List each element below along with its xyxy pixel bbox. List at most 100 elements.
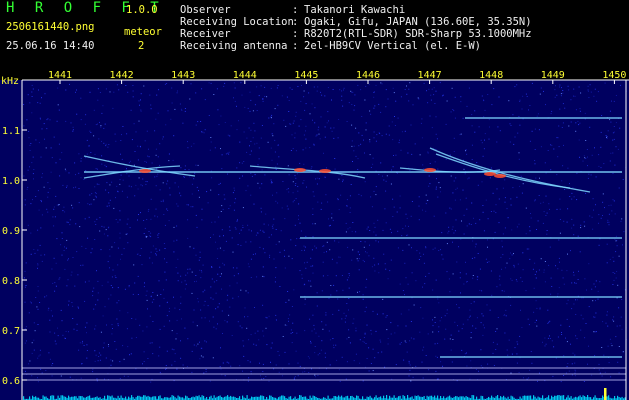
noise-dot	[187, 147, 189, 149]
noise-dot	[126, 223, 128, 225]
activity-bar	[203, 395, 205, 400]
noise-dot	[118, 89, 120, 91]
noise-dot	[330, 224, 331, 226]
noise-dot	[378, 272, 380, 274]
noise-dot	[174, 307, 176, 309]
noise-dot	[49, 358, 51, 360]
noise-dot	[593, 283, 595, 285]
noise-dot	[313, 328, 315, 330]
noise-dot	[109, 249, 111, 251]
noise-dot	[616, 325, 618, 327]
noise-dot	[621, 328, 623, 330]
noise-dot	[505, 309, 507, 311]
noise-dot	[280, 230, 282, 232]
noise-dot	[24, 301, 26, 303]
noise-dot	[38, 142, 40, 144]
noise-dot	[107, 235, 109, 237]
noise-dot	[475, 327, 477, 329]
noise-dot	[561, 127, 563, 128]
noise-dot	[491, 104, 493, 106]
noise-dot	[53, 206, 55, 208]
noise-dot	[298, 218, 299, 220]
noise-dot	[373, 91, 375, 93]
noise-dot	[399, 195, 401, 197]
noise-dot	[305, 147, 307, 149]
activity-bar	[146, 396, 148, 400]
noise-dot	[535, 177, 537, 179]
noise-dot	[127, 242, 129, 244]
noise-dot	[229, 306, 231, 308]
noise-dot	[260, 85, 262, 87]
noise-dot	[386, 329, 388, 331]
noise-dot	[387, 338, 389, 339]
noise-dot	[585, 140, 587, 141]
noise-dot	[445, 158, 447, 160]
noise-dot	[76, 323, 78, 325]
noise-dot	[498, 198, 500, 200]
noise-dot	[41, 176, 43, 178]
noise-dot	[117, 264, 119, 266]
noise-dot	[353, 145, 355, 147]
noise-dot	[291, 258, 293, 260]
noise-dot	[454, 117, 456, 119]
activity-bar	[335, 396, 337, 400]
noise-dot	[325, 167, 327, 169]
activity-bar	[398, 396, 400, 400]
noise-dot	[26, 188, 28, 190]
noise-dot	[465, 150, 466, 152]
activity-bar	[608, 395, 610, 400]
noise-dot	[452, 192, 454, 194]
noise-dot	[343, 89, 344, 91]
noise-dot	[343, 312, 345, 314]
noise-dot	[275, 243, 277, 245]
noise-dot	[131, 139, 133, 141]
noise-dot	[248, 377, 250, 379]
noise-dot	[281, 95, 283, 97]
noise-dot	[40, 200, 42, 201]
noise-dot	[203, 372, 205, 374]
noise-dot	[525, 93, 527, 95]
noise-dot	[600, 131, 602, 133]
noise-dot	[173, 226, 175, 228]
noise-dot	[66, 186, 67, 188]
noise-dot	[597, 290, 599, 292]
noise-dot	[96, 270, 97, 272]
noise-dot	[288, 174, 290, 176]
noise-dot	[162, 136, 164, 138]
noise-dot	[419, 331, 421, 333]
noise-dot	[613, 138, 615, 140]
noise-dot	[35, 139, 37, 141]
noise-dot	[574, 372, 576, 374]
noise-dot	[365, 286, 367, 288]
noise-dot	[586, 149, 588, 150]
noise-dot	[528, 324, 530, 326]
noise-dot	[246, 151, 248, 153]
noise-dot	[266, 317, 268, 319]
noise-dot	[390, 183, 392, 185]
noise-dot	[433, 94, 435, 96]
noise-dot	[283, 119, 285, 121]
noise-dot	[434, 247, 436, 249]
header-panel: H R O F F T 1.0.0 2506161440.png meteor …	[0, 0, 629, 70]
noise-dot	[215, 292, 217, 294]
noise-dot	[128, 162, 130, 164]
noise-dot	[529, 226, 531, 228]
noise-dot	[186, 204, 188, 206]
noise-dot	[564, 107, 566, 109]
noise-dot	[511, 279, 513, 281]
noise-dot	[582, 318, 584, 320]
noise-dot	[529, 369, 531, 371]
noise-dot	[259, 229, 261, 231]
noise-dot	[596, 100, 598, 102]
noise-dot	[237, 219, 238, 221]
noise-dot	[463, 283, 465, 285]
noise-dot	[237, 296, 239, 298]
noise-dot	[247, 185, 249, 187]
noise-dot	[157, 112, 159, 114]
noise-dot	[456, 261, 458, 263]
y-tick-label: 1.1	[2, 126, 20, 137]
activity-bar	[462, 396, 464, 400]
noise-dot	[264, 86, 266, 88]
noise-dot	[316, 90, 318, 92]
noise-dot	[258, 147, 260, 149]
